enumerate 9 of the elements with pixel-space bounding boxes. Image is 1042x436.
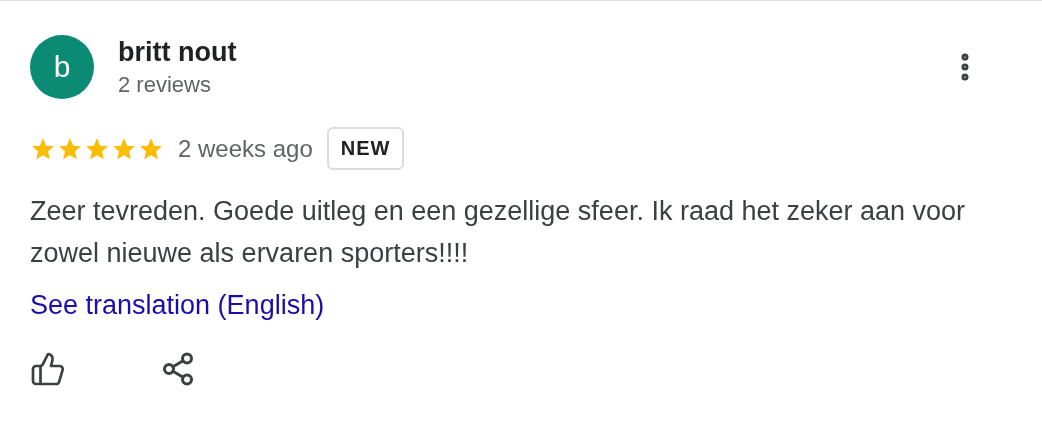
like-icon[interactable] [30, 351, 66, 387]
review-text: Zeer tevreden. Goede uitleg en een gezellige sfeer. Ik raad het zeker aan voor zowel nieuwe als ervaren sporters!!!! [30, 195, 967, 270]
review-count: 2 reviews [118, 71, 212, 98]
new-label: NEW [326, 127, 405, 170]
review-time: 2 weeks ago [178, 134, 313, 163]
author-name: britt nout [118, 36, 238, 68]
share-icon[interactable] [160, 351, 196, 387]
avatar[interactable]: b [30, 35, 94, 99]
translation-link[interactable]: See translation (English) [30, 290, 325, 321]
